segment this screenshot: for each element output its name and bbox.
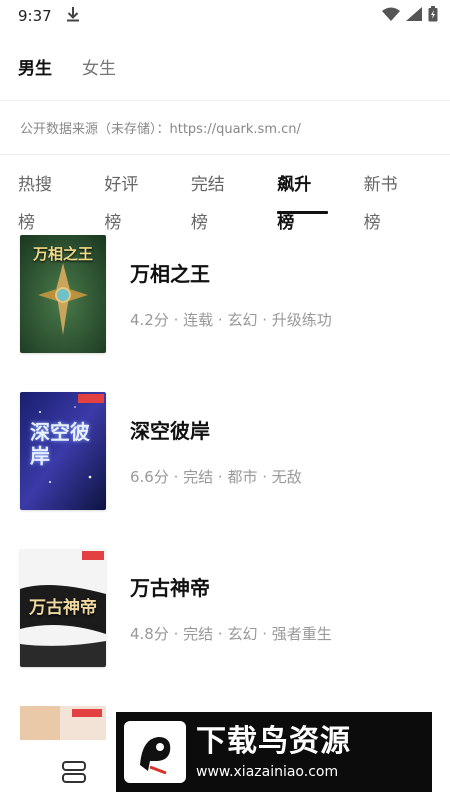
gender-tabs: 男生 女生 <box>0 44 450 88</box>
wifi-icon <box>382 7 400 25</box>
divider <box>0 154 450 155</box>
status-bar: 9:37 <box>0 0 450 32</box>
menu-stack-icon[interactable] <box>60 758 88 786</box>
data-source-note: 公开数据来源（未存储）：https://quark.sm.cn/ <box>20 122 301 137</box>
book-cover-partial[interactable] <box>20 706 106 740</box>
tab-rising[interactable]: 飙升榜 <box>277 166 329 233</box>
download-icon <box>66 6 80 26</box>
tab-top-rated[interactable]: 好评榜 <box>104 166 154 233</box>
book-item[interactable]: 深空彼岸 深空彼岸 6.6分 · 完结 · 都市 · 无敌 <box>20 391 430 511</box>
cover-title: 深空彼岸 <box>30 420 90 468</box>
book-title: 万相之王 <box>130 262 210 286</box>
book-item[interactable]: 万相之王 万相之王 4.2分 · 连载 · 玄幻 · 升级练功 <box>20 234 430 354</box>
watermark-title: 下载鸟资源 <box>196 724 351 759</box>
tab-female[interactable]: 女生 <box>82 54 116 79</box>
book-title: 深空彼岸 <box>130 419 210 443</box>
divider <box>0 100 450 101</box>
tab-hot-search[interactable]: 热搜榜 <box>18 166 68 233</box>
tab-male[interactable]: 男生 <box>18 54 52 79</box>
watermark-banner: 下载鸟资源 www.xiazainiao.com <box>116 712 432 792</box>
book-cover: 万相之王 <box>20 235 106 353</box>
book-item[interactable]: 万古神帝 万古神帝 4.8分 · 完结 · 玄幻 · 强者重生 <box>20 548 430 668</box>
book-cover: 万古神帝 <box>20 549 106 667</box>
cover-title: 万古神帝 <box>29 598 97 618</box>
status-time: 9:37 <box>18 7 52 25</box>
ranking-tabs: 热搜榜 好评榜 完结榜 飙升榜 新书榜 <box>0 166 450 233</box>
battery-icon <box>428 6 438 26</box>
signal-icon <box>406 7 422 25</box>
book-cover: 深空彼岸 <box>20 392 106 510</box>
tab-completed[interactable]: 完结榜 <box>191 166 241 233</box>
watermark-url: www.xiazainiao.com <box>196 764 339 780</box>
book-meta: 4.2分 · 连载 · 玄幻 · 升级练功 <box>130 311 332 329</box>
cover-title: 万相之王 <box>32 245 93 263</box>
bird-logo-icon <box>124 721 186 783</box>
book-title: 万古神帝 <box>130 576 210 600</box>
tab-new-books[interactable]: 新书榜 <box>364 166 414 233</box>
book-meta: 6.6分 · 完结 · 都市 · 无敌 <box>130 468 302 486</box>
book-meta: 4.8分 · 完结 · 玄幻 · 强者重生 <box>130 625 332 643</box>
